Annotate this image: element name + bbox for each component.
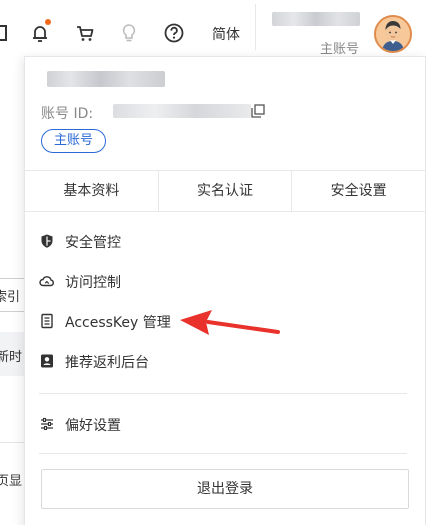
tab-real-name-verification[interactable]: 实名认证 bbox=[159, 171, 293, 211]
account-id-label: 账号 ID: bbox=[41, 106, 94, 122]
copy-icon[interactable] bbox=[251, 103, 265, 118]
menu-item-referral-rebate[interactable]: 推荐返利后台 bbox=[25, 341, 425, 381]
lightbulb-icon[interactable] bbox=[118, 22, 140, 44]
account-dropdown-panel: 账号 ID: 主账号 基本资料 实名认证 安全设置 安全管控 访问控制 Acce… bbox=[24, 56, 426, 525]
menu-item-label: 推荐返利后台 bbox=[65, 355, 149, 371]
menu-divider bbox=[39, 453, 407, 454]
account-tabs: 基本资料 实名认证 安全设置 bbox=[25, 170, 425, 212]
menu-item-label: 安全管控 bbox=[65, 235, 121, 251]
menu-divider bbox=[39, 393, 407, 394]
username-redacted bbox=[272, 12, 360, 26]
menu-item-label: 访问控制 bbox=[65, 275, 121, 291]
account-name-redacted bbox=[47, 71, 165, 87]
cart-icon[interactable] bbox=[74, 22, 96, 44]
divider bbox=[255, 4, 256, 50]
account-type-label: 主账号 bbox=[320, 42, 360, 57]
language-switch[interactable]: 简体 bbox=[212, 24, 240, 44]
window-icon[interactable] bbox=[0, 22, 10, 44]
sliders-icon bbox=[39, 416, 55, 432]
notification-dot bbox=[45, 19, 51, 25]
user-avatar[interactable] bbox=[374, 15, 412, 53]
page-display-label-fragment: 页显 bbox=[0, 474, 22, 489]
cloud-icon bbox=[39, 273, 55, 289]
shield-icon bbox=[39, 233, 55, 249]
profile-card-icon bbox=[39, 353, 55, 369]
menu-item-label: AccessKey 管理 bbox=[65, 315, 171, 331]
account-id-redacted bbox=[113, 104, 251, 118]
account-type-badge: 主账号 bbox=[41, 129, 107, 153]
row-divider bbox=[0, 442, 26, 443]
bell-icon[interactable] bbox=[29, 19, 51, 44]
menu-item-label: 偏好设置 bbox=[65, 418, 121, 434]
menu-item-security-control[interactable]: 安全管控 bbox=[25, 221, 425, 261]
logout-button[interactable]: 退出登录 bbox=[41, 469, 409, 509]
menu-item-accesskey-management[interactable]: AccessKey 管理 bbox=[25, 301, 425, 341]
tab-security-settings[interactable]: 安全设置 bbox=[292, 171, 425, 211]
tab-basic-info[interactable]: 基本资料 bbox=[25, 171, 159, 211]
help-icon[interactable] bbox=[163, 22, 185, 44]
index-label-fragment: 索引 bbox=[0, 290, 20, 305]
menu-item-preferences[interactable]: 偏好设置 bbox=[25, 404, 425, 444]
key-icon bbox=[39, 313, 55, 329]
new-time-label-fragment: 新时 bbox=[0, 350, 22, 365]
menu-item-access-control[interactable]: 访问控制 bbox=[25, 261, 425, 301]
